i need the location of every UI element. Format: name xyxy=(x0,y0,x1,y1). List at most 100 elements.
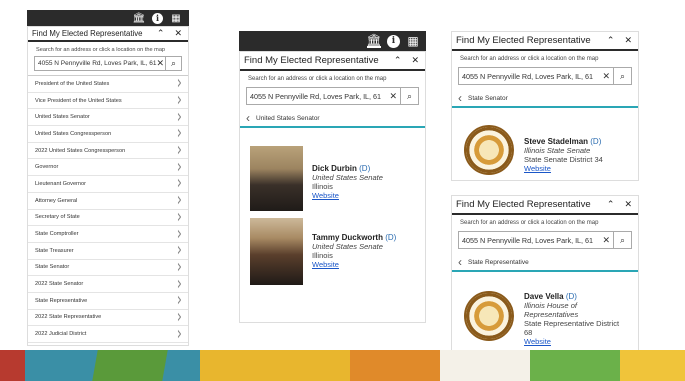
search-icon[interactable]: ⌕ xyxy=(614,231,632,249)
info-icon[interactable]: i xyxy=(152,12,163,24)
collapse-icon[interactable]: ⌃ xyxy=(607,199,615,210)
decorative-footer-band xyxy=(0,350,685,381)
office-label: Lieutenant Governor xyxy=(35,180,86,187)
grid-icon[interactable]: ▦ xyxy=(406,34,420,48)
office-list-item[interactable]: President of the United States › xyxy=(28,75,188,93)
breadcrumb[interactable]: ‹ State Representative xyxy=(452,254,638,272)
office-list-item[interactable]: Governor › xyxy=(28,158,188,176)
rep-card-vella: Dave Vella (D) Illinois House of Represe… xyxy=(524,292,636,346)
office-list-item[interactable]: 2022 Judicial District › xyxy=(28,325,188,343)
panel-controls: ⌃ ✕ xyxy=(157,28,182,39)
library-icon[interactable]: 🏛 xyxy=(366,33,382,48)
panel-controls: ⌃ ✕ xyxy=(607,35,632,46)
rep-card-duckworth: Tammy Duckworth (D) United States Senate… xyxy=(312,233,422,269)
toolbar-middle: 🏛 i ▦ xyxy=(239,31,426,51)
clear-icon[interactable]: ✕ xyxy=(157,58,165,69)
close-icon[interactable]: ✕ xyxy=(624,199,632,210)
office-list-item[interactable]: State Representative › xyxy=(28,292,188,310)
panel-header: Find My Elected Representative ⌃ ✕ xyxy=(240,52,425,71)
breadcrumb-label: State Representative xyxy=(468,258,529,266)
collapse-icon[interactable]: ⌃ xyxy=(607,35,615,46)
panel-controls: ⌃ ✕ xyxy=(607,199,632,210)
search-hint: Search for an address or click a locatio… xyxy=(460,220,599,226)
office-list-item[interactable]: United States Senator › xyxy=(28,108,188,126)
office-label: 2022 United States Congressperson xyxy=(35,147,126,154)
office-list-item[interactable]: Lieutenant Governor › xyxy=(28,175,188,193)
rep-office: United States Senate xyxy=(312,173,383,182)
office-list-item[interactable]: 2022 State Senator › xyxy=(28,275,188,293)
collapse-icon[interactable]: ⌃ xyxy=(394,55,402,66)
panel-office-list: Find My Elected Representative ⌃ ✕ Searc… xyxy=(27,26,189,346)
office-list-item[interactable]: Vice President of the United States › xyxy=(28,91,188,110)
search-value: 4055 N Pennyville Rd, Loves Park, IL, 61 xyxy=(462,71,594,81)
rep-name: Tammy Duckworth (D) xyxy=(312,233,422,242)
office-list-item[interactable]: State Comptroller › xyxy=(28,225,188,243)
search-icon[interactable]: ⌕ xyxy=(614,67,632,85)
office-list-item[interactable]: United States Congressperson › xyxy=(28,125,188,143)
office-label: State Representative xyxy=(35,297,88,304)
rep-name-text: Steve Stadelman xyxy=(524,137,589,146)
office-list-item[interactable]: 2022 State Representative › xyxy=(28,308,188,327)
rep-card-durbin: Dick Durbin (D) United States Senate Ill… xyxy=(312,164,422,200)
close-icon[interactable]: ✕ xyxy=(174,28,182,39)
rep-website-link[interactable]: Website xyxy=(524,164,636,173)
office-label: 2022 State Representative xyxy=(35,314,102,321)
panel-controls: ⌃ ✕ xyxy=(394,55,419,66)
clear-icon[interactable]: ✕ xyxy=(389,91,397,102)
search-hint: Search for an address or click a locatio… xyxy=(36,47,166,53)
info-icon[interactable]: i xyxy=(387,34,400,48)
panel-title: Find My Elected Representative xyxy=(32,29,143,38)
rep-photo-duckworth xyxy=(250,218,303,285)
close-icon[interactable]: ✕ xyxy=(624,35,632,46)
rep-website-link[interactable]: Website xyxy=(524,337,636,346)
band-orange xyxy=(350,350,440,381)
clear-icon[interactable]: ✕ xyxy=(602,71,610,82)
rep-office: Illinois State Senate xyxy=(524,146,591,155)
chevron-left-icon[interactable]: ‹ xyxy=(246,112,250,124)
panel-header: Find My Elected Representative ⌃ ✕ xyxy=(452,196,638,215)
rep-website-link[interactable]: Website xyxy=(312,191,422,200)
screenshot-collage: 🏛 i ▦ Find My Elected Representative ⌃ ✕… xyxy=(0,0,685,381)
search-input[interactable]: 4055 N Pennyville Rd, Loves Park, IL, 61… xyxy=(246,87,401,105)
office-label: 2022 State Senator xyxy=(35,281,84,288)
chevron-left-icon[interactable]: ‹ xyxy=(458,92,462,104)
office-list-item[interactable]: 2022 United States Congressperson › xyxy=(28,141,188,160)
office-list-item[interactable]: Attorney General › xyxy=(28,192,188,210)
panel-header: Find My Elected Representative ⌃ ✕ xyxy=(28,27,188,42)
breadcrumb[interactable]: ‹ State Senator xyxy=(452,90,638,108)
panel-header: Find My Elected Representative ⌃ ✕ xyxy=(452,32,638,51)
grid-icon[interactable]: ▦ xyxy=(169,11,183,25)
office-label: State Comptroller xyxy=(35,231,79,238)
search-input[interactable]: 4055 N Pennyville Rd, Loves Park, IL, 61… xyxy=(34,56,166,71)
collapse-icon[interactable]: ⌃ xyxy=(157,28,165,39)
search-value: 4055 N Pennyville Rd, Loves Park, IL, 61 xyxy=(38,60,157,67)
band-green-right xyxy=(530,350,620,381)
rep-office-line1: Illinois House of xyxy=(524,301,577,310)
rep-name: Steve Stadelman (D) xyxy=(524,137,636,146)
search-icon[interactable]: ⌕ xyxy=(166,56,182,71)
search-hint: Search for an address or click a locatio… xyxy=(248,76,387,82)
rep-name-text: Dick Durbin xyxy=(312,164,357,173)
breadcrumb-label: State Senator xyxy=(468,94,508,102)
search-icon[interactable]: ⌕ xyxy=(401,87,419,105)
search-input[interactable]: 4055 N Pennyville Rd, Loves Park, IL, 61… xyxy=(458,231,614,249)
search-value: 4055 N Pennyville Rd, Loves Park, IL, 61 xyxy=(462,235,594,245)
toolbar-left: 🏛 i ▦ xyxy=(27,10,189,26)
clear-icon[interactable]: ✕ xyxy=(602,235,610,246)
close-icon[interactable]: ✕ xyxy=(411,55,419,66)
office-list-item[interactable]: Secretary of State › xyxy=(28,208,188,226)
band-white xyxy=(440,350,530,381)
office-list-item[interactable]: State Treasurer › xyxy=(28,242,188,260)
search-value: 4055 N Pennyville Rd, Loves Park, IL, 61 xyxy=(250,91,382,101)
rep-website-link[interactable]: Website xyxy=(312,260,422,269)
rep-party: (D) xyxy=(385,233,397,242)
search-input[interactable]: 4055 N Pennyville Rd, Loves Park, IL, 61… xyxy=(458,67,614,85)
band-yellow xyxy=(200,350,350,381)
office-list-item[interactable]: State Senator › xyxy=(28,258,188,277)
search-bar: 4055 N Pennyville Rd, Loves Park, IL, 61… xyxy=(34,56,182,71)
rep-card-stadelman: Steve Stadelman (D) Illinois State Senat… xyxy=(524,137,636,173)
office-list: President of the United States › Vice Pres… xyxy=(28,75,188,343)
library-icon[interactable]: 🏛 xyxy=(132,11,146,25)
chevron-left-icon[interactable]: ‹ xyxy=(458,256,462,268)
breadcrumb[interactable]: ‹ United States Senator xyxy=(240,110,425,128)
